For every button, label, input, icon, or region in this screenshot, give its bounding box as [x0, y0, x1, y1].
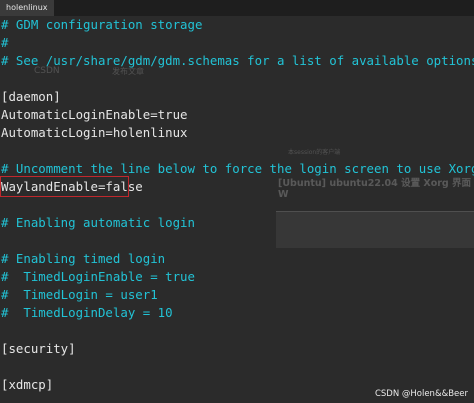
window-titlebar: holenlinux — [0, 0, 474, 16]
config-line: [daemon] — [1, 89, 61, 104]
config-line: AutomaticLogin=holenlinux — [1, 125, 188, 140]
watermark: CSDN @Holen&&Beer — [374, 389, 468, 399]
config-line: AutomaticLoginEnable=true — [1, 107, 188, 122]
comment-line: # Enabling timed login — [1, 251, 166, 266]
config-line: [security] — [1, 341, 76, 356]
config-line: [xdmcp] — [1, 377, 54, 392]
comment-line: # TimedLoginDelay = 10 — [1, 305, 173, 320]
highlight-annotation — [0, 176, 129, 197]
ghost-crumb: 本session的客户端 — [288, 149, 341, 156]
comment-line: # Enabling automatic login — [1, 215, 195, 230]
comment-line: # — [1, 35, 9, 50]
comment-line: # See /usr/share/gdm/gdm.schemas for a l… — [1, 53, 474, 68]
comment-line: # TimedLoginEnable = true — [1, 269, 195, 284]
ghost-headline: [Ubuntu] ubuntu22.04 设置 Xorg 界面 W — [278, 178, 472, 200]
comment-line: # GDM configuration storage — [1, 17, 203, 32]
ghost-code-block — [276, 211, 474, 248]
terminal-editor[interactable]: CSDN 发布文章 本session的客户端 [Ubuntu] ubuntu22… — [0, 16, 474, 403]
terminal-tab[interactable]: holenlinux — [0, 0, 54, 16]
comment-line: # TimedLogin = user1 — [1, 287, 158, 302]
